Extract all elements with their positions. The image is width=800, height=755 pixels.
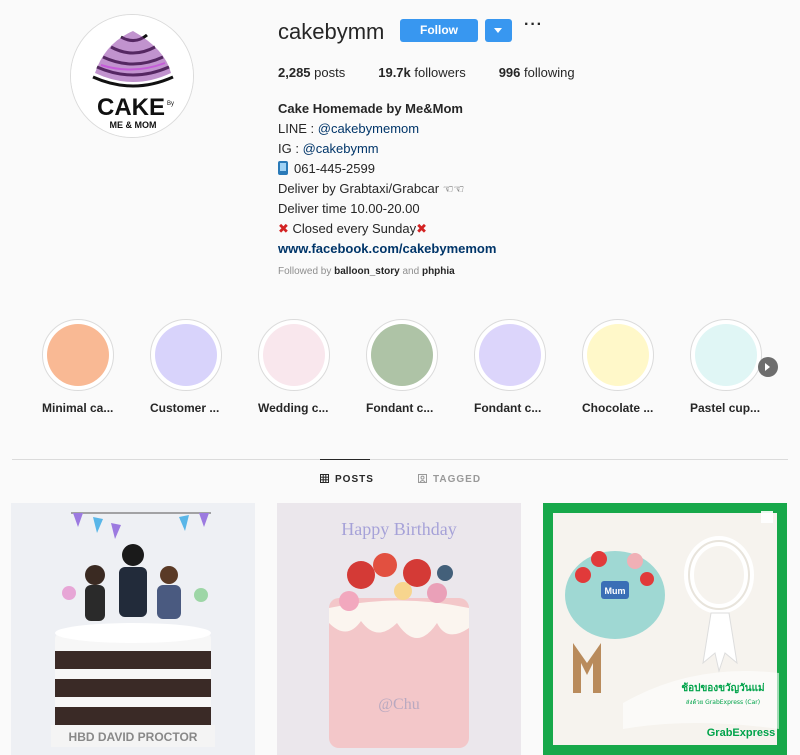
follow-button[interactable]: Follow (400, 19, 478, 42)
bio-website-link[interactable]: www.facebook.com/cakebymemom (278, 239, 496, 259)
highlight-cover (690, 319, 762, 391)
tabs-divider (12, 459, 788, 460)
highlight-label: Wedding c... (258, 401, 329, 415)
highlight-cover (150, 319, 222, 391)
tab-tagged[interactable]: TAGGED (418, 474, 481, 485)
cake-logo: CAKE By ME & MOM (71, 15, 193, 137)
post-3-tag-text: Mum (605, 586, 626, 596)
logo-subtitle: ME & MOM (110, 120, 157, 130)
cross-mark-icon: ✖ (416, 221, 428, 236)
story-highlight[interactable]: Customer ... (150, 319, 222, 415)
followed-by: Followed by balloon_story and phphia (278, 266, 455, 277)
highlights-next-arrow-icon[interactable] (758, 357, 778, 377)
tab-posts[interactable]: POSTS (320, 459, 374, 485)
pointing-hand-icon: ☜☜ (442, 182, 465, 196)
bio-phone-row: 061-445-2599 (278, 159, 496, 179)
highlight-cover (258, 319, 330, 391)
highlight-label: Pastel cup... (690, 401, 761, 415)
profile-avatar: CAKE By ME & MOM (70, 14, 194, 138)
story-highlight[interactable]: Fondant c... (474, 319, 546, 415)
multiple-posts-icon (761, 511, 773, 523)
following-count[interactable]: 996 following (499, 65, 575, 80)
line-handle-link[interactable]: @cakebymemom (318, 121, 419, 136)
tag-icon (418, 474, 427, 483)
bio-line-row: LINE : @cakebymemom (278, 121, 420, 136)
bio-ig-row: IG : @cakebymm (278, 141, 379, 156)
story-highlight[interactable]: Fondant c... (366, 319, 438, 415)
bio-full-name: Cake Homemade by Me&Mom (278, 101, 463, 116)
followers-count[interactable]: 19.7k followers (378, 65, 465, 80)
profile-bio: Cake Homemade by Me&Mom LINE : @cakebyme… (278, 99, 496, 259)
more-options-button[interactable]: ··· (524, 17, 542, 38)
post-3-headline-text: ช้อปของขวัญวันแม่ (681, 682, 764, 694)
suggested-dropdown-button[interactable] (485, 19, 512, 42)
follower-link[interactable]: balloon_story (334, 266, 400, 277)
ig-handle-link[interactable]: @cakebymm (303, 141, 379, 156)
highlight-label: Customer ... (150, 401, 220, 415)
posts-count: 2,285 posts (278, 65, 346, 80)
highlight-cover (366, 319, 438, 391)
post-thumbnail[interactable]: Happy Birthday @Chu (277, 503, 521, 755)
post-3-subline-text: ส่งด้วย GrabExpress (Car) (686, 699, 760, 706)
story-highlight[interactable]: Wedding c... (258, 319, 330, 415)
highlight-cover (474, 319, 546, 391)
post-thumbnail[interactable]: HBD DAVID PROCTOR (11, 503, 255, 755)
highlight-label: Chocolate ... (582, 401, 654, 415)
story-highlight[interactable]: Pastel cup... (690, 319, 762, 415)
highlight-label: Fondant c... (366, 401, 434, 415)
grid-icon (320, 474, 329, 483)
bio-deliver-row: Deliver by Grabtaxi/Grabcar ☜☜ (278, 181, 465, 196)
highlight-label: Minimal ca... (42, 401, 114, 415)
follower-link[interactable]: phphia (422, 266, 455, 277)
bio-closed-row: ✖ Closed every Sunday✖ (278, 221, 428, 236)
highlight-label: Fondant c... (474, 401, 542, 415)
story-highlight[interactable]: Minimal ca... (42, 319, 114, 415)
highlight-cover (42, 319, 114, 391)
post-thumbnail[interactable]: Mum ช้อปของขวัญวันแม่ ส่งด้วย GrabExpres… (543, 503, 787, 755)
post-1-caption-text: HBD DAVID PROCTOR (69, 730, 198, 744)
logo-text: CAKE (97, 94, 165, 121)
bio-deliver-time: Deliver time 10.00-20.00 (278, 201, 420, 216)
profile-stats: 2,285 posts 19.7k followers 996 followin… (278, 65, 608, 80)
cross-mark-icon: ✖ (278, 221, 289, 236)
highlight-cover (582, 319, 654, 391)
mobile-phone-icon (278, 161, 288, 175)
logo-by-text: By (167, 101, 174, 107)
post-2-name-text: @Chu (378, 696, 419, 713)
post-2-topper-text: Happy Birthday (341, 519, 456, 539)
profile-username: cakebymm (278, 19, 385, 44)
post-3-brand-text: GrabExpress (707, 727, 775, 739)
story-highlight[interactable]: Chocolate ... (582, 319, 654, 415)
